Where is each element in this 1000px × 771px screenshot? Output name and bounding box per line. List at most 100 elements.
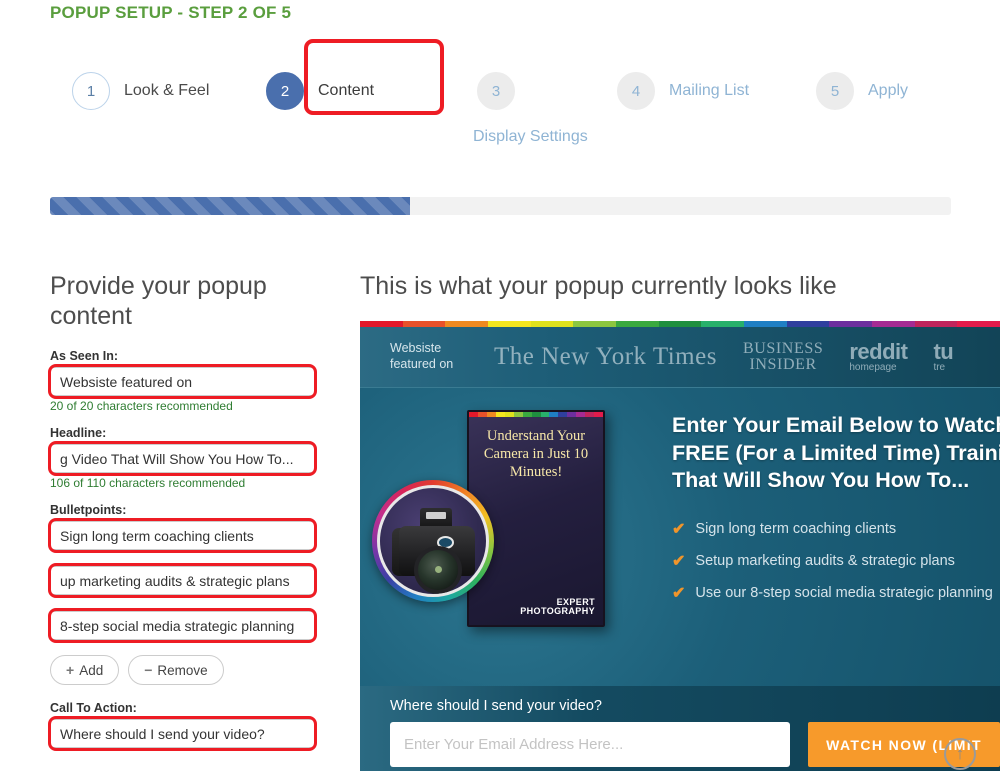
popup-preview-panel: This is what your popup currently looks … bbox=[360, 272, 1000, 771]
reddit-logo: reddit homepage bbox=[849, 338, 908, 373]
rainbow-segment bbox=[360, 321, 403, 327]
remove-bulletpoint-button[interactable]: − Remove bbox=[128, 655, 224, 685]
step-4-label: Mailing List bbox=[669, 82, 750, 99]
twitter-logo-sub: tre bbox=[933, 361, 946, 373]
popup-headline-line3: That Will Show You How To... bbox=[672, 468, 970, 493]
dvd-rainbow-strip bbox=[469, 412, 603, 417]
brand-line2: PHOTOGRAPHY bbox=[520, 606, 595, 617]
preview-heading: This is what your popup currently looks … bbox=[360, 272, 837, 300]
reddit-logo-text: reddit bbox=[849, 338, 908, 364]
step-3-number: 3 bbox=[477, 72, 515, 110]
business-insider-logo: BUSINESS INSIDER bbox=[742, 339, 824, 374]
camera-badge bbox=[372, 480, 494, 602]
nyt-logo: The New York Times bbox=[494, 343, 717, 370]
reddit-logo-sub: homepage bbox=[849, 361, 897, 373]
rainbow-segment bbox=[957, 321, 1000, 327]
camera-photo bbox=[377, 485, 489, 597]
popup-preview: Websiste featured on The New York Times … bbox=[360, 321, 1000, 771]
rainbow-segment bbox=[786, 321, 830, 327]
popup-bullet-item: ✔ Use our 8-step social media strategic … bbox=[672, 583, 1000, 603]
add-bulletpoint-label: Add bbox=[79, 662, 104, 678]
as-seen-in-input[interactable] bbox=[50, 367, 315, 396]
add-bulletpoint-button[interactable]: + Add bbox=[50, 655, 120, 685]
business-insider-line1: BUSINESS bbox=[742, 339, 824, 357]
headline-field-wrap bbox=[48, 441, 318, 476]
popup-headline-line2: FREE (For a Limited Time) Traini bbox=[672, 440, 1000, 465]
popup-cta-label: Where should I send your video? bbox=[390, 698, 602, 714]
popup-email-input[interactable] bbox=[390, 722, 791, 767]
bulletpoint-2-wrap bbox=[48, 563, 318, 598]
rainbow-segment bbox=[549, 412, 559, 417]
wizard-step-4[interactable]: 4 Mailing List bbox=[617, 72, 749, 110]
rainbow-segment bbox=[445, 321, 489, 327]
headline-label: Headline: bbox=[50, 426, 107, 440]
scroll-to-top-button[interactable]: ↑ bbox=[944, 738, 976, 770]
rainbow-segment bbox=[488, 321, 531, 327]
rainbow-segment bbox=[914, 321, 958, 327]
rainbow-segment bbox=[585, 412, 595, 417]
rainbow-segment bbox=[531, 412, 541, 417]
rainbow-segment bbox=[658, 321, 702, 327]
arrow-up-icon: ↑ bbox=[955, 744, 965, 763]
headline-counter: 106 of 110 characters recommended bbox=[50, 476, 246, 490]
check-icon: ✔ bbox=[672, 552, 686, 570]
wizard-step-1[interactable]: 1 Look & Feel bbox=[72, 72, 209, 110]
step-5-label: Apply bbox=[868, 82, 909, 99]
step-1-label: Look & Feel bbox=[124, 82, 210, 99]
rainbow-segment bbox=[872, 321, 915, 327]
popup-headline-line1: Enter Your Email Below to Watch bbox=[672, 413, 1000, 437]
headline-input[interactable] bbox=[50, 444, 315, 473]
product-image-pane: Understand Your Camera in Just 10 Minute… bbox=[360, 388, 650, 686]
popup-setup-page: POPUP SETUP - STEP 2 OF 5 1 Look & Feel … bbox=[0, 0, 1000, 771]
progress-fill bbox=[50, 197, 411, 215]
bulletpoint-2-input[interactable] bbox=[50, 566, 315, 595]
popup-bullet-1-text: Sign long term coaching clients bbox=[695, 520, 897, 537]
minus-icon: − bbox=[144, 662, 153, 678]
rainbow-segment bbox=[469, 412, 478, 417]
as-seen-in-line2: featured on bbox=[390, 357, 454, 371]
popup-bullet-2-text: Setup marketing audits & strategic plans bbox=[695, 552, 955, 569]
plus-icon: + bbox=[66, 662, 75, 678]
content-form: Provide your popup content As Seen In: 2… bbox=[48, 272, 318, 751]
popup-bullet-item: ✔ Sign long term coaching clients bbox=[672, 519, 1000, 539]
rainbow-segment bbox=[573, 321, 617, 327]
as-seen-in-counter: 20 of 20 characters recommended bbox=[50, 399, 233, 413]
step-5-number: 5 bbox=[816, 72, 854, 110]
rainbow-segment bbox=[504, 412, 514, 417]
dvd-title: Understand Your Camera in Just 10 Minute… bbox=[483, 428, 589, 480]
as-seen-in-label: As Seen In: bbox=[50, 349, 119, 363]
camera-lens-icon bbox=[414, 546, 462, 594]
check-icon: ✔ bbox=[672, 520, 686, 538]
wizard-step-5[interactable]: 5 Apply bbox=[816, 72, 908, 110]
rainbow-segment bbox=[513, 412, 523, 417]
rainbow-strip bbox=[360, 321, 1000, 327]
call-to-action-input[interactable] bbox=[50, 719, 315, 748]
camera-flash-icon bbox=[420, 508, 452, 528]
popup-footer: Where should I send your video? WATCH NO… bbox=[360, 686, 1000, 771]
rainbow-segment bbox=[701, 321, 745, 327]
wizard-steps: 1 Look & Feel 2 Content 3 Display Settin… bbox=[50, 39, 990, 172]
wizard-step-3[interactable]: 3 Display Settings bbox=[473, 72, 588, 145]
bulletpoint-1-wrap bbox=[48, 518, 318, 553]
rainbow-segment bbox=[576, 412, 586, 417]
as-seen-in-text: Websiste featured on bbox=[390, 341, 468, 372]
rainbow-segment bbox=[530, 321, 574, 327]
rainbow-segment bbox=[594, 412, 603, 417]
bulletpoint-3-input[interactable] bbox=[50, 611, 315, 640]
form-heading: Provide your popup content bbox=[50, 272, 267, 330]
step-1-number: 1 bbox=[72, 72, 110, 110]
rainbow-segment bbox=[558, 412, 568, 417]
bulletpoint-1-input[interactable] bbox=[50, 521, 315, 550]
rainbow-segment bbox=[567, 412, 577, 417]
call-to-action-label: Call To Action: bbox=[50, 701, 137, 715]
rainbow-segment bbox=[540, 412, 550, 417]
step-4-number: 4 bbox=[617, 72, 655, 110]
bulletpoint-3-wrap bbox=[48, 608, 318, 643]
business-insider-line2: INSIDER bbox=[749, 356, 817, 373]
wizard-step-2[interactable]: 2 Content bbox=[266, 72, 374, 110]
popup-cta-row: WATCH NOW (LIMIT bbox=[390, 722, 1000, 767]
rainbow-segment bbox=[486, 412, 496, 417]
popup-body: Understand Your Camera in Just 10 Minute… bbox=[360, 388, 1000, 686]
rainbow-segment bbox=[477, 412, 487, 417]
twitter-logo-text: tu bbox=[933, 338, 954, 364]
